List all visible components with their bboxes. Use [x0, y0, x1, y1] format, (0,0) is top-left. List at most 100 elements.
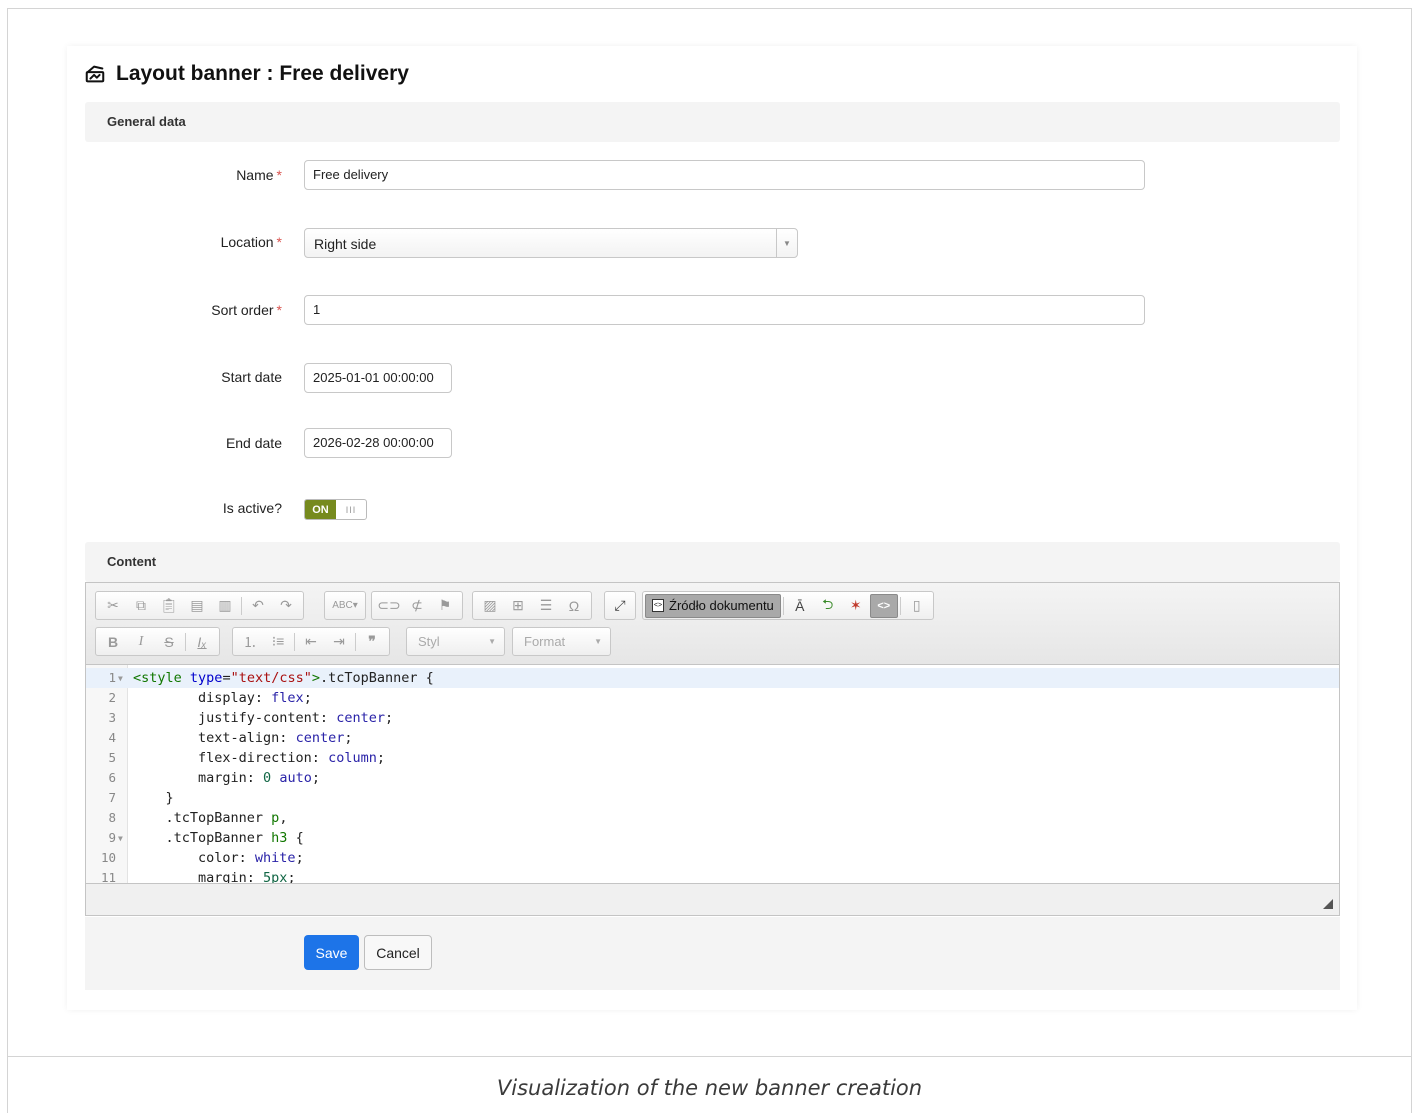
code-line: justify-content: center; [86, 708, 1339, 728]
line-number: 2 [108, 690, 116, 705]
section-general-label: General data [107, 114, 186, 129]
code-token: = [222, 670, 231, 686]
code-token: ; [384, 710, 394, 726]
code-token: ; [303, 690, 312, 706]
source-button-label: Źródło dokumentu [669, 598, 774, 613]
code-line: color: white; [86, 848, 1339, 868]
code-token: column [328, 750, 377, 766]
insert-group: ▨ ⊞ ☰ Ω [472, 591, 592, 620]
redo-icon[interactable]: ↷ [272, 594, 300, 618]
copy-icon[interactable]: ⧉ [127, 594, 155, 618]
source-document-button[interactable]: <> Źródło dokumentu [645, 593, 781, 618]
spellcheck-icon[interactable]: ABC▾ [328, 594, 362, 618]
code-token: .tcTopBanner [133, 830, 272, 846]
preview-page-icon[interactable]: ▯ [903, 594, 931, 618]
code-line: text-align: center; [86, 728, 1339, 748]
section-content-header: Content [85, 542, 1340, 582]
code-token: auto [279, 770, 312, 786]
save-button[interactable]: Save [304, 935, 359, 970]
code-token: ; [376, 750, 385, 766]
strikethrough-icon[interactable]: S [155, 630, 183, 654]
code-text: } [133, 788, 174, 808]
cut-icon[interactable]: ✂ [99, 594, 127, 618]
style-combo[interactable]: Styl ▼ [406, 627, 505, 656]
chevron-down-icon: ▼ [594, 637, 602, 646]
code-text: margin: 5px; [133, 868, 296, 884]
rich-text-editor[interactable]: ✂ ⧉ 📋︎ ▤ ▥ ↶ ↷ ABC▾ ⊂⊃ ⊄ ⚑ ▨ ⊞ ☰ Ω ⤢ <> … [85, 582, 1340, 916]
code-token: h3 [271, 830, 288, 846]
page-title-text: Layout banner : Free delivery [116, 62, 409, 85]
code-token: display: [133, 690, 272, 706]
bold-icon[interactable]: B [99, 630, 127, 654]
code-token: "text/css" [230, 670, 312, 686]
indent-icon[interactable]: ⇥ [325, 630, 353, 654]
sort-order-label-text: Sort order [211, 302, 274, 318]
location-label: Location * [0, 234, 282, 250]
code-token: 5px [263, 870, 288, 884]
end-date-label: End date [225, 435, 282, 451]
code-text: margin: 0 auto; [133, 768, 320, 788]
code-line: margin: 5px; [86, 868, 1339, 884]
format-combo-label: Format [524, 634, 566, 649]
sort-order-input[interactable]: 1 [304, 295, 1145, 325]
undo-icon[interactable]: ↶ [244, 594, 272, 618]
fold-arrow-icon[interactable]: ▼ [118, 834, 123, 843]
numbered-list-icon[interactable]: ⒈ [236, 630, 264, 654]
format-combo[interactable]: Format ▼ [512, 627, 611, 656]
code-token: <style [133, 670, 182, 686]
outdent-icon[interactable]: ⇤ [297, 630, 325, 654]
basic-styles-group: B I S Iₓ [95, 627, 220, 656]
resize-handle-icon[interactable] [1323, 899, 1333, 909]
code-token: flex-direction: [133, 750, 329, 766]
fold-arrow-icon[interactable]: ▼ [118, 674, 123, 683]
is-active-toggle[interactable]: ON III [304, 499, 367, 520]
code-line: .tcTopBanner h3 { [86, 828, 1339, 848]
start-date-label: Start date [221, 369, 282, 385]
paste-icon[interactable]: 📋︎ [155, 594, 183, 618]
toggle-on-label: ON [305, 500, 336, 519]
form-actions-bar [85, 917, 1340, 990]
anchor-flag-icon[interactable]: ⚑ [431, 594, 459, 618]
line-number: 7 [108, 790, 116, 805]
code-editor[interactable]: <style type="text/css">.tcTopBanner { di… [86, 665, 1339, 884]
location-select[interactable]: Right side ▼ [304, 228, 798, 258]
remove-format-icon[interactable]: Iₓ [188, 630, 216, 654]
code-token: > [311, 670, 320, 686]
line-number: 4 [108, 730, 116, 745]
insert-snippet-icon[interactable]: ⮌ [814, 594, 842, 618]
sort-order-label: Sort order * [0, 302, 282, 318]
line-number: 8 [108, 810, 116, 825]
toolbar-separator [241, 596, 242, 615]
end-date-input[interactable]: 2026-02-28 00:00:00 [304, 428, 452, 458]
paste-text-icon[interactable]: ▤ [183, 594, 211, 618]
paste-word-icon[interactable]: ▥ [211, 594, 239, 618]
code-text: text-align: center; [133, 728, 352, 748]
cancel-button[interactable]: Cancel [364, 935, 432, 970]
table-icon[interactable]: ⊞ [504, 594, 532, 618]
horizontal-line-icon[interactable]: ☰ [532, 594, 560, 618]
unlink-icon[interactable]: ⊄ [403, 594, 431, 618]
line-number: 6 [108, 770, 116, 785]
bullet-list-icon[interactable]: ⁝≡ [264, 630, 292, 654]
editor-toolbar: ✂ ⧉ 📋︎ ▤ ▥ ↶ ↷ ABC▾ ⊂⊃ ⊄ ⚑ ▨ ⊞ ☰ Ω ⤢ <> … [86, 583, 1339, 665]
code-text: justify-content: center; [133, 708, 393, 728]
source-group: <> Źródło dokumentu Ā ⮌ ✶ <> ▯ [642, 591, 934, 620]
link-icon[interactable]: ⊂⊃ [375, 594, 403, 618]
is-active-label: Is active? [222, 500, 282, 516]
select-all-icon[interactable]: Ā [786, 594, 814, 618]
blockquote-icon[interactable]: ❞ [358, 630, 386, 654]
image-icon[interactable]: ▨ [476, 594, 504, 618]
name-label: Name * [0, 167, 282, 183]
name-input[interactable]: Free delivery [304, 160, 1145, 190]
style-combo-label: Styl [418, 634, 440, 649]
code-line: <style type="text/css">.tcTopBanner { [86, 668, 1339, 688]
code-view-icon[interactable]: <> [869, 593, 898, 618]
code-text: .tcTopBanner h3 { [133, 828, 304, 848]
special-char-icon[interactable]: Ω [560, 594, 588, 618]
remove-snippet-icon[interactable]: ✶ [842, 594, 870, 618]
code-token: { [287, 830, 304, 846]
start-date-input[interactable]: 2025-01-01 00:00:00 [304, 363, 452, 393]
chevron-down-icon[interactable]: ▼ [776, 229, 797, 257]
italic-icon[interactable]: I [127, 630, 155, 654]
maximize-icon[interactable]: ⤢ [608, 594, 632, 618]
